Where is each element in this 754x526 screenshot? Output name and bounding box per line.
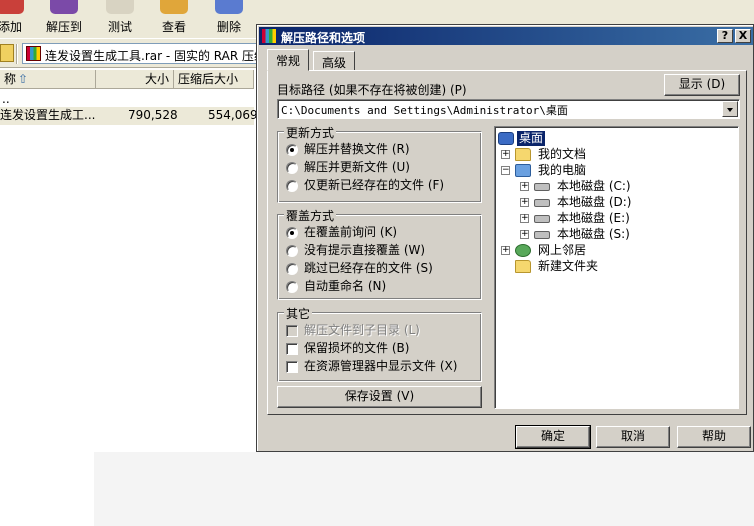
overwrite-mode-group: 覆盖方式 在覆盖前询问 (K) 没有提示直接覆盖 (W) 跳过已经存在的文件 (…: [277, 207, 482, 300]
file-packed-size: 554,069: [208, 108, 258, 122]
update-mode-group: 更新方式 解压并替换文件 (R) 解压并更新文件 (U) 仅更新已经存在的文件 …: [277, 124, 482, 203]
file-list-header: 称 ⇧ 大小 压缩后大小: [0, 70, 254, 89]
folder-tree[interactable]: 桌面 + 我的文档 − 我的电脑 + 本地磁盘 (C:) + 本地磁盘 (D:)…: [494, 126, 739, 409]
extract-to-button[interactable]: 解压到: [34, 0, 94, 38]
tree-label: 新建文件夹: [538, 259, 599, 273]
folder-icon: [515, 148, 531, 161]
dialog-titlebar[interactable]: 解压路径和选项 ? X: [259, 27, 753, 45]
test-button[interactable]: 测试: [90, 0, 150, 38]
checkbox-indicator: [286, 361, 298, 373]
delete-button[interactable]: 删除: [199, 0, 259, 38]
help-title-button[interactable]: ?: [717, 29, 733, 43]
tree-label: 本地磁盘 (E:): [557, 211, 630, 225]
radio-label: 仅更新已经存在的文件 (F): [304, 178, 445, 192]
view-button[interactable]: 查看: [144, 0, 204, 38]
misc-group: 其它 解压文件到子目录 (L) 保留损坏的文件 (B) 在资源管理器中显示文件 …: [277, 305, 482, 382]
radio-label: 在覆盖前询问 (K): [304, 225, 398, 239]
radio-indicator: [286, 162, 298, 174]
checkbox-label: 解压文件到子目录 (L): [304, 323, 420, 337]
tree-label: 本地磁盘 (S:): [557, 227, 630, 241]
desktop-icon: [498, 132, 514, 145]
checkbox-indicator: [286, 343, 298, 355]
radio-label: 没有提示直接覆盖 (W): [304, 243, 426, 257]
delete-label: 删除: [216, 20, 241, 34]
overwrite-mode-title: 覆盖方式: [284, 207, 337, 224]
tree-label: 我的文档: [538, 147, 587, 161]
close-icon: X: [738, 29, 748, 42]
radio-indicator: [286, 281, 298, 293]
expand-icon[interactable]: +: [501, 150, 510, 159]
test-label: 测试: [107, 20, 132, 34]
update-mode-title: 更新方式: [284, 124, 337, 141]
rar-archive-icon: [26, 46, 41, 61]
file-row[interactable]: 连发设置生成工... 790,528 554,069: [0, 107, 258, 125]
add-icon: [0, 0, 24, 14]
folder-icon: [515, 260, 531, 273]
delete-icon: [215, 0, 243, 14]
dialog-title: 解压路径和选项: [281, 31, 366, 45]
address-text: 连发设置生成工具.rar - 固实的 RAR 压缩: [45, 49, 267, 63]
radio-indicator: [286, 263, 298, 275]
drive-icon: [534, 215, 550, 223]
checkbox-indicator: [286, 325, 298, 337]
radio-indicator: [286, 245, 298, 257]
target-path-label: 目标路径 (如果不存在将被创建) (P): [277, 83, 467, 97]
address-separator: [16, 44, 18, 64]
ok-button[interactable]: 确定: [515, 425, 591, 449]
radio-label: 解压并替换文件 (R): [304, 142, 410, 156]
column-name[interactable]: 称 ⇧: [0, 70, 96, 89]
file-name: 连发设置生成工...: [0, 108, 96, 122]
radio-indicator: [286, 180, 298, 192]
tree-label: 网上邻居: [538, 243, 587, 257]
radio-label: 解压并更新文件 (U): [304, 160, 410, 174]
expand-icon[interactable]: +: [501, 246, 510, 255]
sort-up-icon: ⇧: [18, 72, 29, 86]
expand-icon[interactable]: +: [520, 198, 529, 207]
save-settings-button[interactable]: 保存设置 (V): [277, 386, 482, 408]
expand-icon[interactable]: +: [520, 230, 529, 239]
radio-label: 跳过已经存在的文件 (S): [304, 261, 433, 275]
tree-label: 我的电脑: [538, 163, 587, 177]
tree-label: 桌面: [517, 131, 546, 146]
tab-advanced[interactable]: 高级: [313, 51, 356, 71]
view-icon: [160, 0, 188, 14]
drive-icon: [534, 231, 550, 239]
collapse-icon[interactable]: −: [501, 166, 510, 175]
extract-to-label: 解压到: [45, 20, 82, 34]
radio-indicator: [286, 144, 298, 156]
up-folder-icon[interactable]: [0, 44, 14, 62]
test-icon: [106, 0, 134, 14]
tree-label: 本地磁盘 (D:): [557, 195, 632, 209]
misc-title: 其它: [284, 305, 313, 322]
file-size: 790,528: [128, 108, 178, 122]
cancel-button[interactable]: 取消: [596, 426, 670, 448]
tab-general[interactable]: 常规: [267, 49, 310, 71]
file-name: ..: [2, 92, 10, 106]
expand-icon[interactable]: +: [520, 214, 529, 223]
chevron-down-icon[interactable]: [722, 101, 738, 117]
network-icon: [515, 244, 531, 257]
drive-icon: [534, 199, 550, 207]
radio-indicator: [286, 227, 298, 239]
tree-label: 本地磁盘 (C:): [557, 179, 631, 193]
column-packed[interactable]: 压缩后大小: [174, 70, 254, 89]
view-label: 查看: [161, 20, 186, 34]
computer-icon: [515, 164, 531, 177]
desktop-area: [94, 452, 754, 526]
target-path-value: C:\Documents and Settings\Administrator\…: [281, 104, 568, 117]
expand-icon[interactable]: +: [520, 182, 529, 191]
winrar-icon: [262, 29, 276, 43]
help-button[interactable]: 帮助: [677, 426, 751, 448]
checkbox-label: 保留损坏的文件 (B): [304, 341, 410, 355]
extract-options-dialog: 解压路径和选项 ? X 常规 高级 目标路径 (如果不存在将被创建) (P) 显…: [256, 24, 754, 452]
extract-to-icon: [50, 0, 78, 14]
checkbox-label: 在资源管理器中显示文件 (X): [304, 359, 458, 373]
target-path-combobox[interactable]: C:\Documents and Settings\Administrator\…: [277, 99, 740, 119]
radio-label: 自动重命名 (N): [304, 279, 387, 293]
close-button[interactable]: X: [735, 29, 751, 43]
column-name-label: 称: [4, 72, 17, 86]
drive-icon: [534, 183, 550, 191]
show-button[interactable]: 显示 (D): [664, 74, 740, 96]
column-size[interactable]: 大小: [96, 70, 174, 89]
